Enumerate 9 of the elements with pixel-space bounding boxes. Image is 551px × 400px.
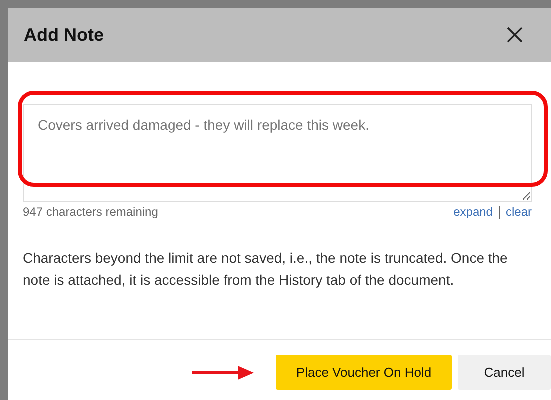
note-field[interactable]: Covers arrived damaged - they will replace this week. [23, 104, 532, 202]
link[interactable]: expand [454, 205, 493, 219]
cancel-button[interactable]: Cancel [458, 355, 551, 390]
character-counter: 947 characters remaining [23, 205, 158, 219]
help-text: Characters beyond the limit are not saved, i.e., the note is truncated. Once the note is attached, it is accessible from the History tab of the document. [23, 249, 509, 290]
close-icon[interactable] [507, 27, 523, 43]
dialog-title: Add Note [24, 24, 104, 46]
hold-button[interactable]: Place Voucher On Hold [276, 355, 452, 390]
link[interactable]: clear [506, 205, 532, 219]
